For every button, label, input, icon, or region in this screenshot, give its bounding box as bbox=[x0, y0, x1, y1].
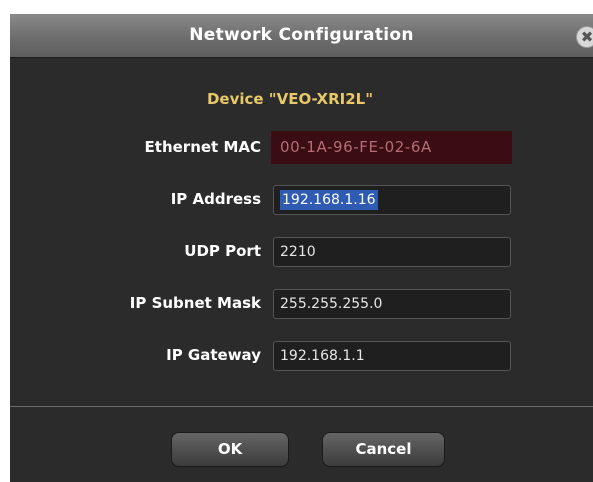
ip-address-label: IP Address bbox=[170, 190, 261, 208]
ethernet-mac-value: 00-1A-96-FE-02-6A bbox=[271, 131, 512, 164]
button-divider bbox=[10, 406, 593, 407]
udp-port-field[interactable]: 2210 bbox=[273, 237, 511, 267]
cancel-button[interactable]: Cancel bbox=[322, 432, 445, 467]
udp-port-label: UDP Port bbox=[184, 242, 261, 260]
dialog-title: Network Configuration bbox=[189, 25, 414, 45]
ethernet-mac-label: Ethernet MAC bbox=[144, 138, 261, 156]
device-title: Device "VEO-XRI2L" bbox=[206, 90, 374, 108]
ip-gateway-field[interactable]: 192.168.1.1 bbox=[273, 341, 511, 371]
ip-address-value: 192.168.1.16 bbox=[280, 190, 378, 210]
network-configuration-dialog: Network Configuration ✖ Device "VEO-XRI2… bbox=[10, 14, 593, 482]
ip-address-field[interactable]: 192.168.1.16 bbox=[273, 185, 511, 215]
dialog-titlebar[interactable]: Network Configuration bbox=[10, 14, 593, 58]
ip-gateway-label: IP Gateway bbox=[166, 346, 261, 364]
ok-button[interactable]: OK bbox=[171, 432, 289, 467]
close-icon[interactable]: ✖ bbox=[576, 26, 593, 48]
ip-subnet-mask-field[interactable]: 255.255.255.0 bbox=[273, 289, 511, 319]
ip-subnet-mask-label: IP Subnet Mask bbox=[129, 294, 261, 312]
